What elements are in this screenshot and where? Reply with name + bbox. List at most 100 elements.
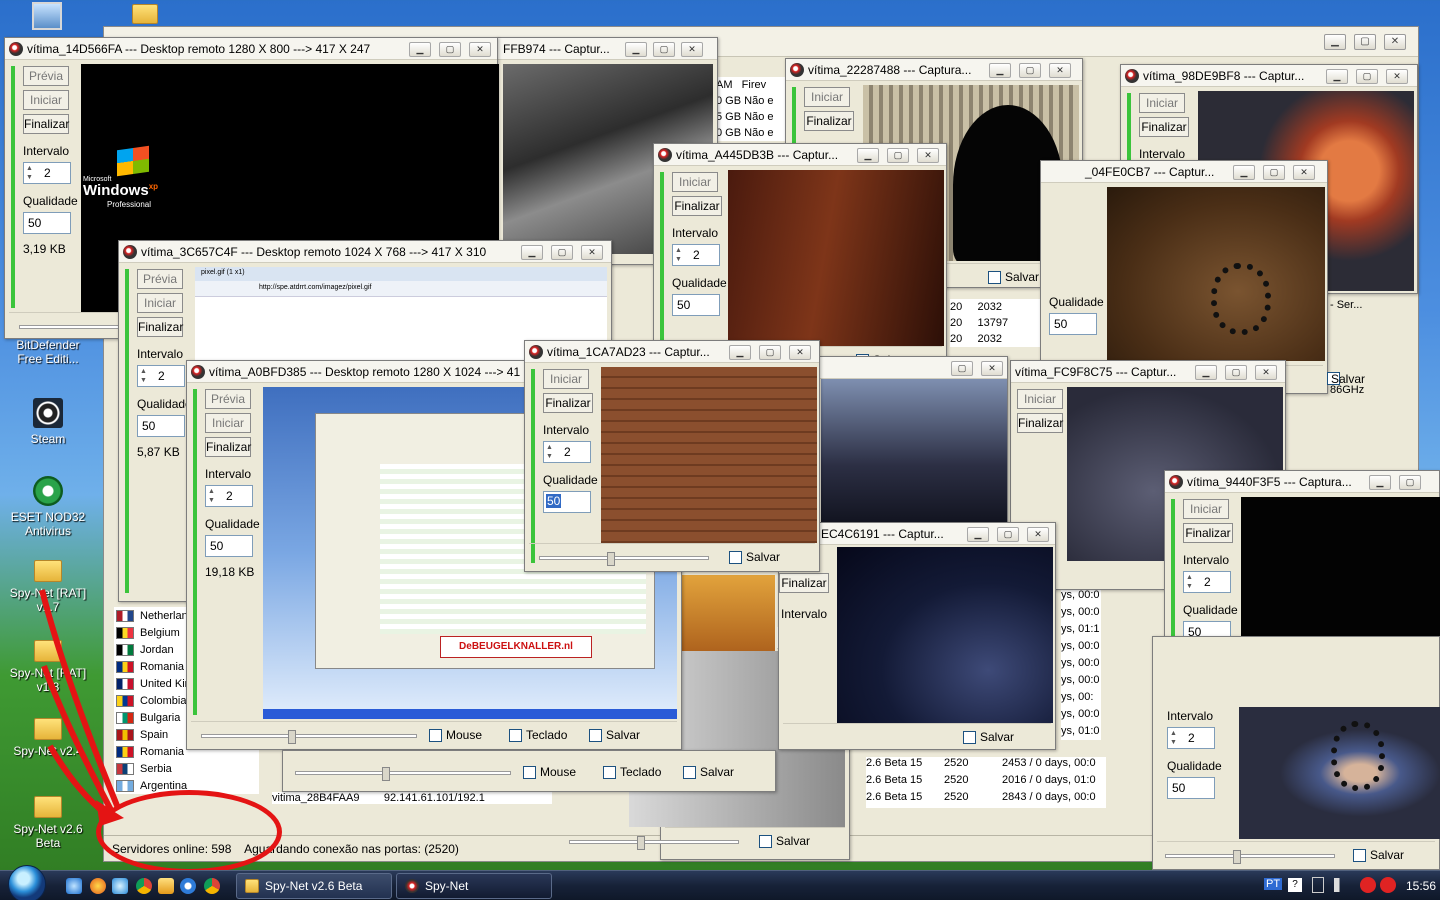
start-button[interactable]: Iniciar [205, 413, 251, 433]
table-row[interactable]: 2.6 Beta 15 2520 2453 / 0 days, 00:0 [866, 757, 1106, 774]
chrome-icon-2[interactable] [204, 878, 220, 894]
partial-row[interactable]: vitima_28B4FAA9 92.141.61.101/192.1 [272, 792, 552, 804]
maximize-button[interactable]: ▢ [653, 42, 675, 57]
minimize-button[interactable]: ▁ [1369, 475, 1391, 490]
taskbar-item-spynet[interactable]: Spy-Net [396, 873, 552, 899]
quality-input[interactable]: 50 [23, 212, 71, 234]
close-button[interactable]: ✕ [1255, 365, 1277, 380]
capture-window-dark-room[interactable]: ▢ ✕ [818, 356, 1008, 524]
interval-stepper[interactable]: 2 [137, 365, 185, 387]
stop-button[interactable]: Finalizar [205, 437, 251, 457]
interval-stepper[interactable]: 2 [543, 441, 591, 463]
minimize-button[interactable]: ▁ [1326, 69, 1348, 84]
close-button[interactable]: ✕ [1384, 34, 1406, 50]
antivirus-icon[interactable] [1360, 877, 1376, 893]
firefox-icon[interactable] [90, 878, 106, 894]
maximize-button[interactable]: ▢ [887, 148, 909, 163]
quality-input[interactable]: 50 [1167, 777, 1215, 799]
desktop-icon-spynet-17[interactable]: Spy-Net [RAT] v1.7 [3, 560, 93, 614]
start-button[interactable]: Iniciar [1017, 389, 1063, 409]
close-button[interactable]: ✕ [789, 345, 811, 360]
save-checkbox[interactable]: Salvar [988, 270, 1039, 284]
mouse-checkbox[interactable]: Mouse [429, 728, 482, 742]
start-button[interactable]: Iniciar [672, 172, 718, 192]
close-button[interactable]: ✕ [1049, 63, 1071, 78]
close-button[interactable]: ✕ [681, 42, 703, 57]
desktop-icon-bitdefender[interactable]: BitDefender Free Editi... [3, 338, 93, 366]
stop-button[interactable]: Finalizar [779, 573, 829, 593]
maximize-button[interactable]: ▢ [997, 527, 1019, 542]
country-row[interactable]: Serbia [114, 760, 259, 777]
tray-app-icon[interactable] [1380, 877, 1396, 893]
volume-icon[interactable] [1334, 878, 1348, 892]
capture-window-1ca7ad23[interactable]: vítima_1CA7AD23 --- Captur... ▁ ▢ ✕ Inic… [524, 340, 820, 572]
desktop-icon-eset[interactable]: ESET NOD32 Antivirus [3, 476, 93, 538]
stop-button[interactable]: Finalizar [1139, 117, 1189, 137]
maximize-button[interactable]: ▢ [551, 245, 573, 260]
help-icon[interactable]: ? [1288, 878, 1302, 892]
save-checkbox-label[interactable]: Salvar [1331, 372, 1365, 386]
minimize-button[interactable]: ▁ [857, 148, 879, 163]
stop-button[interactable]: Finalizar [1017, 413, 1063, 433]
interval-stepper[interactable]: 2 [1167, 727, 1215, 749]
zoom-slider[interactable] [1165, 850, 1335, 864]
interval-stepper[interactable]: 2 [23, 162, 71, 184]
preview-button[interactable]: Prévia [137, 269, 183, 289]
ie-icon[interactable] [66, 878, 82, 894]
save-checkbox[interactable]: Salvar [759, 834, 810, 848]
quality-input[interactable]: 50 [543, 491, 591, 513]
interval-stepper[interactable]: 2 [1183, 571, 1231, 593]
save-checkbox[interactable]: Salvar [683, 765, 734, 779]
quality-input[interactable]: 50 [137, 415, 185, 437]
interval-stepper[interactable]: 2 [672, 244, 720, 266]
maximize-button[interactable]: ▢ [1019, 63, 1041, 78]
taskbar-item-spynet-folder[interactable]: Spy-Net v2.6 Beta [236, 873, 392, 899]
save-checkbox[interactable]: Salvar [963, 730, 1014, 744]
start-button[interactable]: Iniciar [23, 90, 69, 110]
minimize-button[interactable]: ▁ [1195, 365, 1217, 380]
desktop-icon-spynet-24[interactable]: Spy-Net v2.4 [3, 718, 93, 758]
quality-input[interactable]: 50 [672, 294, 720, 316]
stop-button[interactable]: Finalizar [804, 111, 854, 131]
close-button[interactable]: ✕ [981, 361, 1003, 376]
stop-button[interactable]: Finalizar [23, 114, 69, 134]
close-button[interactable]: ✕ [917, 148, 939, 163]
minimize-button[interactable]: ▁ [1233, 165, 1255, 180]
minimize-button[interactable]: ▁ [967, 527, 989, 542]
minimize-button[interactable]: ▁ [521, 245, 543, 260]
maximize-button[interactable]: ▢ [1225, 365, 1247, 380]
start-button[interactable]: Iniciar [804, 87, 850, 107]
language-indicator[interactable]: PT [1264, 878, 1283, 890]
start-button[interactable]: Iniciar [1183, 499, 1229, 519]
stop-button[interactable]: Finalizar [672, 196, 722, 216]
close-button[interactable]: ✕ [581, 245, 603, 260]
quality-input[interactable]: 50 [1049, 313, 1097, 335]
my-computer-icon[interactable] [2, 2, 92, 34]
quality-input[interactable]: 50 [205, 535, 253, 557]
zoom-slider[interactable] [569, 836, 739, 850]
zoom-slider[interactable] [539, 552, 709, 566]
zoom-slider[interactable] [201, 730, 417, 744]
network-icon[interactable] [1312, 877, 1324, 893]
save-checkbox[interactable]: Salvar [1353, 848, 1404, 862]
desktop-icon-spynet-18[interactable]: Spy-Net [RAT] v1.8 [3, 640, 93, 694]
media-player-icon[interactable] [180, 878, 196, 894]
table-row[interactable]: 2.6 Beta 15 2520 2016 / 0 days, 01:0 [866, 774, 1106, 791]
stop-button[interactable]: Finalizar [137, 317, 183, 337]
save-checkbox[interactable]: Salvar [589, 728, 640, 742]
close-button[interactable]: ✕ [1386, 69, 1408, 84]
folder-icon-top[interactable] [100, 4, 190, 28]
capture-window-bottom-right[interactable]: Intervalo 2 Qualidade 50 Salvar [1152, 636, 1440, 870]
tool-icon[interactable] [158, 878, 174, 894]
stop-button[interactable]: Finalizar [543, 393, 593, 413]
table-row[interactable]: 2.6 Beta 15 2520 2843 / 0 days, 00:0 [866, 791, 1106, 808]
preview-button[interactable]: Prévia [205, 389, 251, 409]
desktop-icon-steam[interactable]: Steam [3, 398, 93, 446]
maximize-button[interactable]: ▢ [1263, 165, 1285, 180]
maximize-button[interactable]: ▢ [951, 361, 973, 376]
start-button[interactable] [8, 865, 46, 900]
preview-button[interactable]: Prévia [23, 66, 69, 86]
maximize-button[interactable]: ▢ [1354, 34, 1376, 50]
close-button[interactable]: ✕ [469, 42, 491, 57]
close-button[interactable]: ✕ [1293, 165, 1315, 180]
